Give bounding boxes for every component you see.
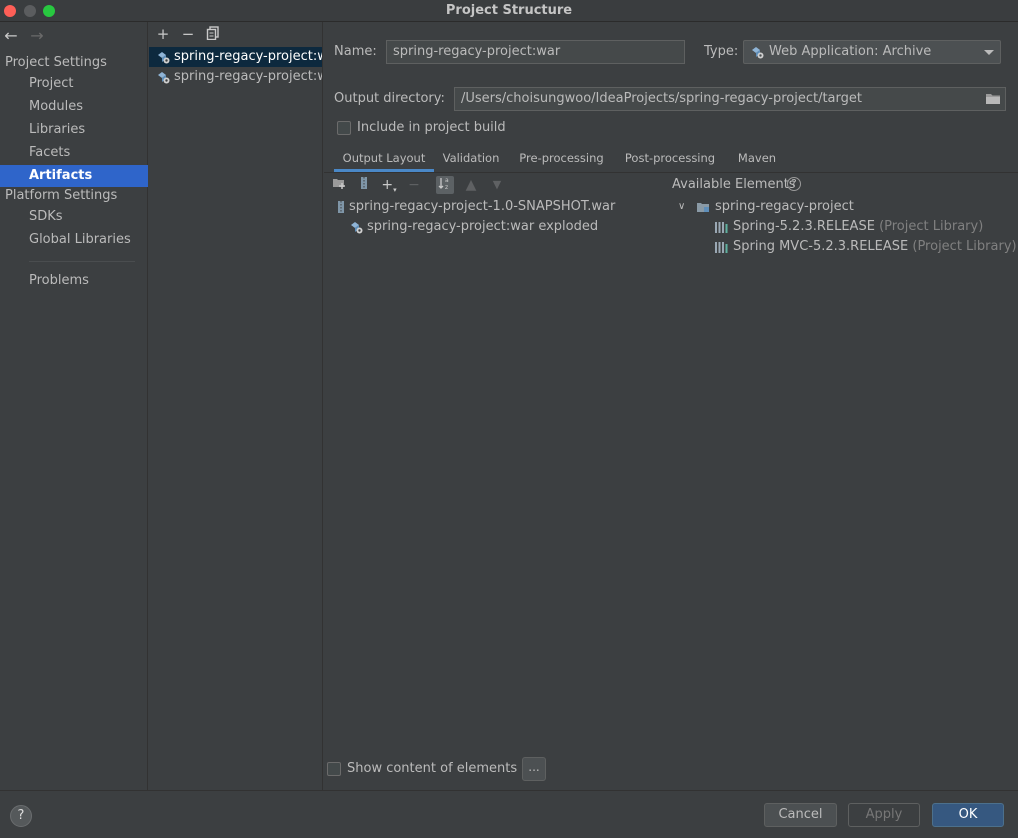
settings-sidebar: ← → Project Settings Project Modules Lib… bbox=[0, 22, 148, 790]
artifacts-list: spring-regacy-project:war spring-regacy-… bbox=[149, 47, 322, 87]
name-field[interactable]: spring-regacy-project:war bbox=[386, 40, 685, 64]
ok-button[interactable]: OK bbox=[932, 803, 1004, 827]
tab-post-processing[interactable]: Post-processing bbox=[624, 148, 716, 172]
layout-tree-child[interactable]: spring-regacy-project:war exploded bbox=[348, 217, 598, 237]
output-directory-value: /Users/choisungwoo/IdeaProjects/spring-r… bbox=[461, 91, 862, 106]
chevron-down-icon bbox=[984, 50, 994, 55]
library-icon bbox=[715, 222, 728, 233]
web-artifact-icon bbox=[158, 52, 170, 64]
svg-text:a: a bbox=[445, 177, 449, 184]
chevron-down-icon[interactable]: ∨ bbox=[678, 197, 685, 217]
web-archive-icon bbox=[752, 47, 764, 59]
sort-alphabetically-icon[interactable]: az bbox=[436, 176, 454, 194]
show-content-label: Show content of elements bbox=[347, 761, 518, 776]
artifact-details: Name: spring-regacy-project:war Type: We… bbox=[324, 22, 1018, 790]
sidebar-divider bbox=[29, 261, 135, 262]
title-bar: Project Structure bbox=[0, 0, 1018, 22]
available-tree-root[interactable]: ∨ spring-regacy-project bbox=[678, 197, 854, 217]
options-ellipsis-button[interactable]: ... bbox=[522, 757, 546, 781]
sidebar-item-modules[interactable]: Modules bbox=[0, 96, 148, 118]
tab-pre-processing[interactable]: Pre-processing bbox=[519, 148, 604, 172]
copy-artifact-icon[interactable] bbox=[205, 26, 221, 42]
output-directory-label: Output directory: bbox=[334, 91, 445, 106]
name-label: Name: bbox=[334, 44, 377, 59]
sidebar-item-problems[interactable]: Problems bbox=[0, 270, 148, 292]
help-icon[interactable]: ? bbox=[787, 177, 801, 191]
platform-settings-header: Platform Settings bbox=[5, 188, 118, 203]
artifact-label: spring-regacy-project:war exploded bbox=[174, 69, 322, 84]
type-select[interactable]: Web Application: Archive bbox=[743, 40, 1001, 64]
apply-button[interactable]: Apply bbox=[848, 803, 920, 827]
output-directory-field[interactable]: /Users/choisungwoo/IdeaProjects/spring-r… bbox=[454, 87, 1006, 111]
list-item[interactable]: spring-regacy-project:war bbox=[149, 47, 322, 67]
back-arrow-icon[interactable]: ← bbox=[2, 26, 20, 46]
archive-icon bbox=[338, 201, 344, 213]
move-down-icon[interactable]: ▼ bbox=[488, 176, 506, 194]
forward-arrow-icon[interactable]: → bbox=[28, 26, 46, 46]
module-folder-icon bbox=[697, 203, 709, 212]
sidebar-item-project[interactable]: Project bbox=[0, 73, 148, 95]
sidebar-item-artifacts[interactable]: Artifacts bbox=[0, 165, 148, 187]
dialog-footer: ? Cancel Apply OK bbox=[0, 790, 1018, 838]
type-label: Type: bbox=[704, 44, 739, 59]
library-icon bbox=[715, 242, 728, 253]
cancel-button[interactable]: Cancel bbox=[764, 803, 837, 827]
remove-artifact-icon[interactable]: − bbox=[180, 26, 196, 42]
tab-maven[interactable]: Maven bbox=[737, 148, 777, 172]
tab-validation[interactable]: Validation bbox=[442, 148, 500, 172]
type-value: Web Application: Archive bbox=[769, 44, 932, 59]
show-content-checkbox[interactable] bbox=[327, 762, 341, 776]
layout-tree-root[interactable]: spring-regacy-project-1.0-SNAPSHOT.war bbox=[330, 197, 615, 217]
sidebar-item-libraries[interactable]: Libraries bbox=[0, 119, 148, 141]
available-elements-title: Available Elements bbox=[672, 177, 796, 192]
move-up-icon[interactable]: ▲ bbox=[462, 176, 480, 194]
add-copy-icon[interactable]: +▾ bbox=[380, 176, 398, 194]
create-archive-icon[interactable] bbox=[355, 176, 373, 194]
list-item[interactable]: spring-regacy-project:war exploded bbox=[149, 67, 322, 87]
sidebar-item-facets[interactable]: Facets bbox=[0, 142, 148, 164]
include-in-build-checkbox[interactable] bbox=[337, 121, 351, 135]
web-artifact-icon bbox=[351, 222, 363, 234]
new-directory-icon[interactable] bbox=[330, 176, 348, 194]
include-in-build-label: Include in project build bbox=[357, 120, 506, 135]
sidebar-item-global-libraries[interactable]: Global Libraries bbox=[0, 229, 148, 251]
folder-icon[interactable] bbox=[985, 92, 1001, 105]
sidebar-item-sdks[interactable]: SDKs bbox=[0, 206, 148, 228]
help-button[interactable]: ? bbox=[10, 805, 32, 827]
add-artifact-icon[interactable]: + bbox=[155, 26, 171, 42]
window-title: Project Structure bbox=[445, 3, 573, 18]
svg-text:z: z bbox=[445, 184, 448, 190]
tab-output-layout[interactable]: Output Layout bbox=[334, 148, 434, 172]
artifacts-panel: + − spring-regacy-project:war spring-reg… bbox=[149, 22, 323, 790]
tab-divider bbox=[324, 172, 1018, 173]
artifact-label: spring-regacy-project:war bbox=[174, 49, 322, 64]
project-settings-header: Project Settings bbox=[5, 55, 107, 70]
available-library-row[interactable]: Spring MVC-5.2.3.RELEASE (Project Librar… bbox=[714, 237, 1017, 257]
available-library-row[interactable]: Spring-5.2.3.RELEASE (Project Library) bbox=[714, 217, 983, 237]
web-artifact-icon bbox=[158, 72, 170, 84]
remove-element-icon[interactable]: − bbox=[405, 176, 423, 194]
